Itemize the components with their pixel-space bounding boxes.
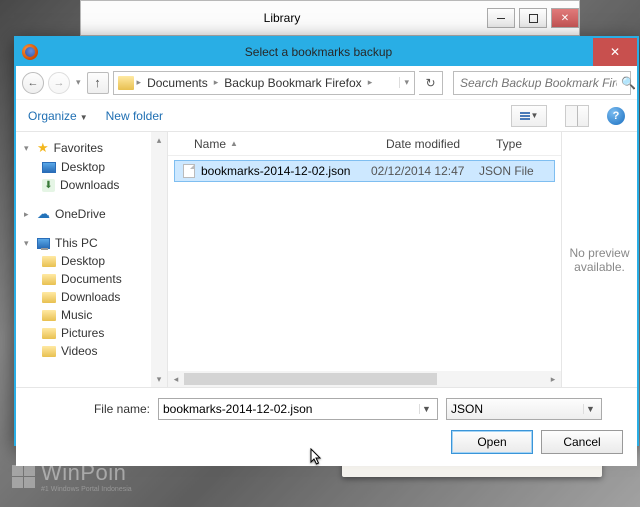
file-hscrollbar[interactable]: ◂ ▸: [168, 371, 561, 387]
file-row-selected[interactable]: bookmarks-2014-12-02.json 02/12/2014 12:…: [174, 160, 555, 182]
library-maximize-button[interactable]: [519, 8, 547, 28]
desktop-icon: [42, 162, 56, 173]
library-window-titlebar: Library ✕: [80, 0, 580, 36]
library-close-button[interactable]: ✕: [551, 8, 579, 28]
search-box[interactable]: 🔍: [453, 71, 631, 95]
file-open-dialog: Select a bookmarks backup ✕ ← → ▾ ↑ ▸ Do…: [14, 36, 639, 446]
chevron-down-icon[interactable]: ▼: [419, 404, 433, 414]
col-type[interactable]: Type: [490, 137, 561, 151]
refresh-button[interactable]: ↻: [419, 71, 443, 95]
breadcrumb-seg-1[interactable]: Backup Bookmark Firefox: [221, 76, 364, 90]
firefox-icon: [22, 44, 38, 60]
dialog-titlebar[interactable]: Select a bookmarks backup ✕: [16, 38, 637, 66]
breadcrumb-seg-0[interactable]: Documents: [144, 76, 211, 90]
tree-favorites-downloads[interactable]: ⬇Downloads: [20, 176, 163, 194]
breadcrumb-sep-icon: ▸: [367, 77, 374, 88]
search-icon: 🔍: [621, 76, 636, 90]
breadcrumb-bar[interactable]: ▸ Documents ▸ Backup Bookmark Firefox ▸ …: [113, 71, 415, 95]
breadcrumb-sep-icon: ▸: [213, 77, 220, 88]
col-date[interactable]: Date modified: [380, 137, 490, 151]
breadcrumb-dropdown[interactable]: ▾: [399, 77, 410, 88]
col-name[interactable]: Name▲: [188, 137, 380, 151]
filter-value: JSON: [451, 402, 583, 416]
preview-pane-toggle[interactable]: [565, 105, 589, 127]
preview-pane: No preview available.: [561, 132, 637, 387]
folder-icon: [42, 346, 56, 357]
new-folder-button[interactable]: New folder: [106, 109, 163, 123]
filename-label: File name:: [30, 402, 150, 416]
view-options-button[interactable]: ▼: [511, 105, 547, 127]
tree-this-pc[interactable]: This PC: [20, 234, 163, 252]
tree-onedrive[interactable]: ☁OneDrive: [20, 204, 163, 224]
scroll-thumb[interactable]: [184, 373, 437, 385]
folder-icon: [42, 310, 56, 321]
scroll-right-icon[interactable]: ▸: [545, 371, 561, 387]
folder-icon: [118, 76, 134, 90]
folder-tree[interactable]: ★Favorites Desktop ⬇Downloads ☁OneDrive …: [16, 132, 168, 387]
onedrive-icon: ☁: [37, 206, 50, 222]
nav-history-dropdown[interactable]: ▾: [76, 77, 81, 88]
scroll-left-icon[interactable]: ◂: [168, 371, 184, 387]
dialog-close-button[interactable]: ✕: [593, 38, 637, 66]
library-minimize-button[interactable]: [487, 8, 515, 28]
file-type: JSON File: [479, 164, 554, 178]
library-title: Library: [264, 11, 301, 25]
file-name: bookmarks-2014-12-02.json: [201, 164, 350, 178]
scroll-up-icon[interactable]: ▴: [151, 132, 167, 148]
tree-favorites[interactable]: ★Favorites: [20, 138, 163, 158]
sort-asc-icon: ▲: [230, 139, 238, 148]
scroll-down-icon[interactable]: ▾: [151, 371, 167, 387]
nav-forward-button[interactable]: →: [48, 72, 70, 94]
folder-icon: [42, 256, 56, 267]
tree-pc-documents[interactable]: Documents: [20, 270, 163, 288]
folder-icon: [42, 328, 56, 339]
open-button[interactable]: Open: [451, 430, 533, 454]
downloads-icon: ⬇: [42, 179, 55, 192]
dialog-title: Select a bookmarks backup: [44, 45, 593, 59]
file-date: 02/12/2014 12:47: [371, 164, 479, 178]
tree-pc-desktop[interactable]: Desktop: [20, 252, 163, 270]
breadcrumb-sep-icon: ▸: [136, 77, 143, 88]
filename-value: bookmarks-2014-12-02.json: [163, 402, 419, 416]
tree-pc-videos[interactable]: Videos: [20, 342, 163, 360]
tree-pc-pictures[interactable]: Pictures: [20, 324, 163, 342]
nav-up-button[interactable]: ↑: [87, 72, 109, 94]
file-list[interactable]: Name▲ Date modified Type bookmarks-2014-…: [168, 132, 561, 387]
cancel-button[interactable]: Cancel: [541, 430, 623, 454]
watermark-tagline: #1 Windows Portal Indonesia: [41, 486, 132, 493]
tree-pc-music[interactable]: Music: [20, 306, 163, 324]
filetype-filter[interactable]: JSON ▼: [446, 398, 602, 420]
search-input[interactable]: [460, 76, 617, 90]
nav-back-button[interactable]: ←: [22, 72, 44, 94]
tree-favorites-desktop[interactable]: Desktop: [20, 158, 163, 176]
tree-pc-downloads[interactable]: Downloads: [20, 288, 163, 306]
star-icon: ★: [37, 140, 49, 156]
help-button[interactable]: ?: [607, 107, 625, 125]
file-icon: [183, 164, 195, 178]
tree-scrollbar[interactable]: ▴ ▾: [151, 132, 167, 387]
folder-icon: [42, 274, 56, 285]
organize-menu[interactable]: Organize▼: [28, 109, 88, 123]
chevron-down-icon[interactable]: ▼: [583, 404, 597, 414]
preview-text: No preview available.: [568, 246, 631, 274]
folder-icon: [42, 292, 56, 303]
pc-icon: [37, 238, 50, 249]
filename-combo[interactable]: bookmarks-2014-12-02.json ▼: [158, 398, 438, 420]
